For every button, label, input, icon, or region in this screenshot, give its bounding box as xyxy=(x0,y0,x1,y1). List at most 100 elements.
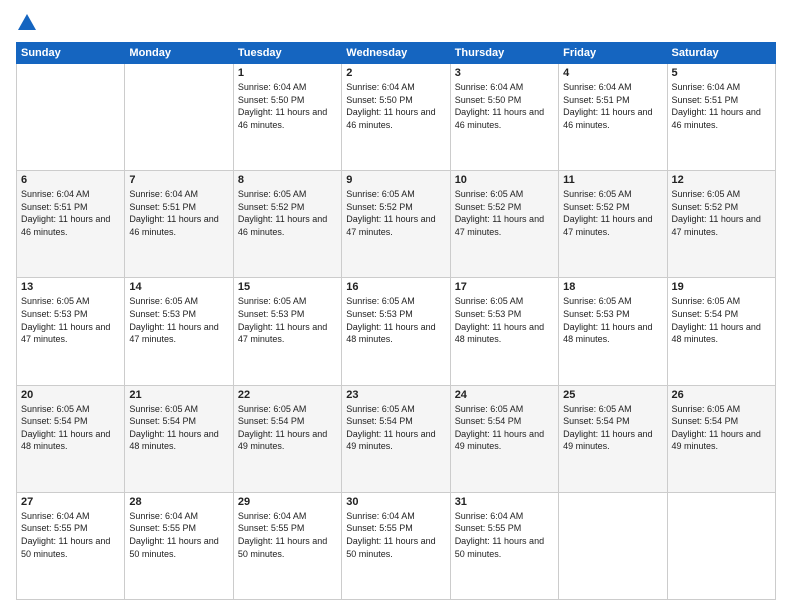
day-info: Sunrise: 6:05 AMSunset: 5:54 PMDaylight:… xyxy=(672,295,771,345)
day-number: 18 xyxy=(563,281,662,293)
logo-icon xyxy=(16,12,38,34)
day-number: 19 xyxy=(672,281,771,293)
calendar-cell: 1Sunrise: 6:04 AMSunset: 5:50 PMDaylight… xyxy=(233,64,341,171)
day-number: 10 xyxy=(455,174,554,186)
day-number: 1 xyxy=(238,67,337,79)
day-info: Sunrise: 6:05 AMSunset: 5:53 PMDaylight:… xyxy=(238,295,337,345)
day-number: 25 xyxy=(563,389,662,401)
day-number: 21 xyxy=(129,389,228,401)
logo xyxy=(16,12,42,34)
calendar-cell: 5 Sunrise: 6:04 AMSunset: 5:51 PMDaylight… xyxy=(667,64,775,171)
calendar-cell: 17 Sunrise: 6:05 AMSunset: 5:53 PMDayligh… xyxy=(450,278,558,385)
day-info: Sunrise: 6:05 AMSunset: 5:54 PMDaylight:… xyxy=(346,403,445,453)
weekday-header: Sunday xyxy=(17,43,125,64)
day-info: Sunrise: 6:05 AMSunset: 5:52 PMDaylight:… xyxy=(672,188,771,238)
day-info: Sunrise: 6:04 AMSunset: 5:50 PMDaylight:… xyxy=(346,81,445,131)
calendar-cell: 30 Sunrise: 6:04 AMSunset: 5:55 PMDayligh… xyxy=(342,492,450,599)
day-info: Sunrise: 6:04 AMSunset: 5:51 PMDaylight:… xyxy=(21,188,120,238)
calendar-cell: 20Sunrise: 6:05 AMSunset: 5:54 PMDayligh… xyxy=(17,385,125,492)
calendar-cell: 4Sunrise: 6:04 AMSunset: 5:51 PMDaylight… xyxy=(559,64,667,171)
day-number: 28 xyxy=(129,496,228,508)
calendar-cell: 26 Sunrise: 6:05 AMSunset: 5:54 PMDayligh… xyxy=(667,385,775,492)
day-info: Sunrise: 6:05 AMSunset: 5:54 PMDaylight:… xyxy=(455,403,554,453)
weekday-header: Monday xyxy=(125,43,233,64)
day-number: 15 xyxy=(238,281,337,293)
day-number: 9 xyxy=(346,174,445,186)
day-info: Sunrise: 6:04 AMSunset: 5:55 PMDaylight:… xyxy=(346,510,445,560)
day-info: Sunrise: 6:04 AMSunset: 5:51 PMDaylight:… xyxy=(129,188,228,238)
day-number: 14 xyxy=(129,281,228,293)
day-number: 17 xyxy=(455,281,554,293)
calendar-cell: 7 Sunrise: 6:04 AMSunset: 5:51 PMDaylight… xyxy=(125,171,233,278)
day-number: 8 xyxy=(238,174,337,186)
calendar-header-row: SundayMondayTuesdayWednesdayThursdayFrid… xyxy=(17,43,776,64)
day-info: Sunrise: 6:05 AMSunset: 5:54 PMDaylight:… xyxy=(129,403,228,453)
calendar-cell: 16 Sunrise: 6:05 AMSunset: 5:53 PMDayligh… xyxy=(342,278,450,385)
day-info: Sunrise: 6:04 AMSunset: 5:55 PMDaylight:… xyxy=(455,510,554,560)
calendar-cell: 28 Sunrise: 6:04 AMSunset: 5:55 PMDayligh… xyxy=(125,492,233,599)
calendar-cell: 22 Sunrise: 6:05 AMSunset: 5:54 PMDayligh… xyxy=(233,385,341,492)
calendar-week-row: 27 Sunrise: 6:04 AMSunset: 5:55 PMDayligh… xyxy=(17,492,776,599)
day-info: Sunrise: 6:05 AMSunset: 5:53 PMDaylight:… xyxy=(346,295,445,345)
weekday-header: Saturday xyxy=(667,43,775,64)
calendar-week-row: 1 Sunrise: 6:04 AMSunset: 5:50 PMDaylight… xyxy=(17,64,776,171)
calendar-cell: 14 Sunrise: 6:05 AMSunset: 5:53 PMDayligh… xyxy=(125,278,233,385)
day-number: 30 xyxy=(346,496,445,508)
day-number: 2 xyxy=(346,67,445,79)
calendar-week-row: 20 Sunrise: 6:05 AMSunset: 5:54 PMDayligh… xyxy=(17,385,776,492)
day-number: 31 xyxy=(455,496,554,508)
day-info: Sunrise: 6:05 AMSunset: 5:52 PMDaylight:… xyxy=(455,188,554,238)
day-info: Sunrise: 6:04 AMSunset: 5:55 PMDaylight:… xyxy=(129,510,228,560)
weekday-header: Tuesday xyxy=(233,43,341,64)
calendar-cell: 10 Sunrise: 6:05 AMSunset: 5:52 PMDayligh… xyxy=(450,171,558,278)
page: SundayMondayTuesdayWednesdayThursdayFrid… xyxy=(0,0,792,612)
calendar-cell: 18 Sunrise: 6:05 AMSunset: 5:53 PMDayligh… xyxy=(559,278,667,385)
day-number: 7 xyxy=(129,174,228,186)
header xyxy=(16,12,776,34)
day-info: Sunrise: 6:04 AMSunset: 5:51 PMDaylight:… xyxy=(563,81,662,131)
calendar-cell: 12 Sunrise: 6:05 AMSunset: 5:52 PMDayligh… xyxy=(667,171,775,278)
calendar-cell: 11Sunrise: 6:05 AMSunset: 5:52 PMDayligh… xyxy=(559,171,667,278)
day-info: Sunrise: 6:04 AMSunset: 5:50 PMDaylight:… xyxy=(455,81,554,131)
day-info: Sunrise: 6:05 AMSunset: 5:54 PMDaylight:… xyxy=(672,403,771,453)
calendar-cell xyxy=(125,64,233,171)
calendar-cell: 13Sunrise: 6:05 AMSunset: 5:53 PMDayligh… xyxy=(17,278,125,385)
weekday-header: Wednesday xyxy=(342,43,450,64)
calendar-cell: 24 Sunrise: 6:05 AMSunset: 5:54 PMDayligh… xyxy=(450,385,558,492)
day-number: 23 xyxy=(346,389,445,401)
day-info: Sunrise: 6:05 AMSunset: 5:53 PMDaylight:… xyxy=(129,295,228,345)
calendar-cell: 23 Sunrise: 6:05 AMSunset: 5:54 PMDayligh… xyxy=(342,385,450,492)
weekday-header: Friday xyxy=(559,43,667,64)
day-number: 16 xyxy=(346,281,445,293)
day-number: 12 xyxy=(672,174,771,186)
calendar-cell: 29 Sunrise: 6:04 AMSunset: 5:55 PMDayligh… xyxy=(233,492,341,599)
calendar-week-row: 13Sunrise: 6:05 AMSunset: 5:53 PMDayligh… xyxy=(17,278,776,385)
day-number: 24 xyxy=(455,389,554,401)
day-number: 26 xyxy=(672,389,771,401)
day-info: Sunrise: 6:05 AMSunset: 5:53 PMDaylight:… xyxy=(455,295,554,345)
calendar-cell xyxy=(17,64,125,171)
day-info: Sunrise: 6:05 AMSunset: 5:53 PMDaylight:… xyxy=(563,295,662,345)
calendar-cell: 9Sunrise: 6:05 AMSunset: 5:52 PMDaylight… xyxy=(342,171,450,278)
calendar-week-row: 6 Sunrise: 6:04 AMSunset: 5:51 PMDaylight… xyxy=(17,171,776,278)
day-number: 20 xyxy=(21,389,120,401)
day-info: Sunrise: 6:05 AMSunset: 5:52 PMDaylight:… xyxy=(238,188,337,238)
day-info: Sunrise: 6:04 AMSunset: 5:51 PMDaylight:… xyxy=(672,81,771,131)
day-number: 3 xyxy=(455,67,554,79)
calendar-cell: 31 Sunrise: 6:04 AMSunset: 5:55 PMDayligh… xyxy=(450,492,558,599)
calendar-cell: 27Sunrise: 6:04 AMSunset: 5:55 PMDayligh… xyxy=(17,492,125,599)
day-info: Sunrise: 6:05 AMSunset: 5:54 PMDaylight:… xyxy=(238,403,337,453)
day-info: Sunrise: 6:04 AMSunset: 5:55 PMDaylight:… xyxy=(238,510,337,560)
day-info: Sunrise: 6:05 AMSunset: 5:54 PMDaylight:… xyxy=(563,403,662,453)
calendar-cell: 3 Sunrise: 6:04 AMSunset: 5:50 PMDaylight… xyxy=(450,64,558,171)
day-number: 22 xyxy=(238,389,337,401)
day-number: 27 xyxy=(21,496,120,508)
calendar-cell: 19 Sunrise: 6:05 AMSunset: 5:54 PMDayligh… xyxy=(667,278,775,385)
calendar-cell xyxy=(559,492,667,599)
calendar-cell: 15 Sunrise: 6:05 AMSunset: 5:53 PMDayligh… xyxy=(233,278,341,385)
day-number: 11 xyxy=(563,174,662,186)
day-number: 6 xyxy=(21,174,120,186)
day-number: 29 xyxy=(238,496,337,508)
weekday-header: Thursday xyxy=(450,43,558,64)
day-number: 5 xyxy=(672,67,771,79)
